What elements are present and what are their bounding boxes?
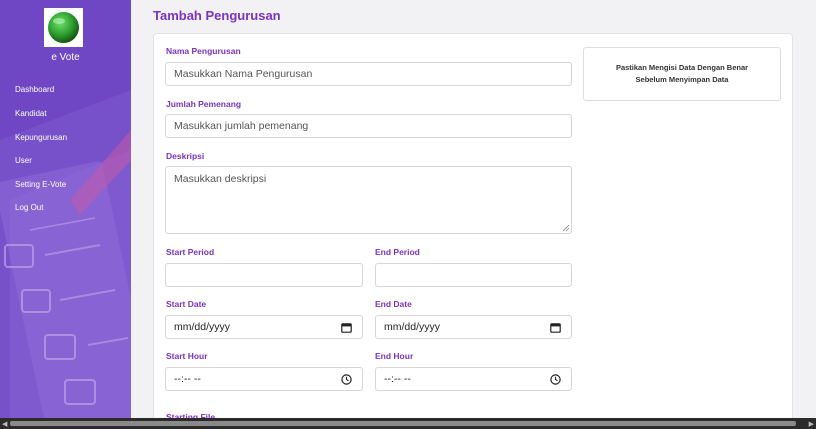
resize-grip-icon[interactable] xyxy=(563,225,569,231)
end-date-input[interactable]: mm/dd/yyyy xyxy=(375,315,572,339)
notice-box: Pastikan Mengisi Data Dengan Benar Sebel… xyxy=(583,47,781,101)
end-hour-input[interactable]: --:-- -- xyxy=(375,367,572,391)
nama-pengurusan-input[interactable]: Masukkan Nama Pengurusan xyxy=(165,62,572,86)
sidebar-item-user[interactable]: User xyxy=(15,156,32,165)
clock-icon[interactable] xyxy=(341,374,352,385)
calendar-icon[interactable] xyxy=(550,322,561,333)
nama-pengurusan-label: Nama Pengurusan xyxy=(166,46,241,56)
sidebar-item-dashboard[interactable]: Dashboard xyxy=(15,85,54,94)
start-hour-label: Start Hour xyxy=(166,351,208,361)
notice-text: Pastikan Mengisi Data Dengan Benar Sebel… xyxy=(615,63,749,84)
scroll-left-icon[interactable]: ◀ xyxy=(2,420,7,428)
horizontal-scrollbar-thumb[interactable] xyxy=(10,421,796,426)
end-hour-value: --:-- -- xyxy=(384,373,411,385)
end-date-value: mm/dd/yyyy xyxy=(384,321,441,333)
deskripsi-label: Deskripsi xyxy=(166,151,205,161)
start-date-input[interactable]: mm/dd/yyyy xyxy=(165,315,363,339)
sidebar-item-kepungurusan[interactable]: Kepungurusan xyxy=(15,133,67,142)
sidebar-item-kandidat[interactable]: Kandidat xyxy=(15,109,47,118)
vertical-scrollbar-track[interactable] xyxy=(801,0,816,418)
end-period-input[interactable] xyxy=(375,263,572,287)
start-period-input[interactable] xyxy=(165,263,363,287)
nama-pengurusan-placeholder: Masukkan Nama Pengurusan xyxy=(174,68,313,80)
jumlah-pemenang-placeholder: Masukkan jumlah pemenang xyxy=(174,120,309,132)
globe-icon xyxy=(48,12,79,43)
deskripsi-textarea[interactable]: Masukkan deskripsi xyxy=(165,166,572,234)
horizontal-scrollbar[interactable]: ◀ ▶ xyxy=(0,418,816,429)
deskripsi-placeholder: Masukkan deskripsi xyxy=(174,173,267,185)
app-logo xyxy=(44,8,83,47)
clock-icon[interactable] xyxy=(550,374,561,385)
app-brand-name: e Vote xyxy=(51,52,80,63)
jumlah-pemenang-input[interactable]: Masukkan jumlah pemenang xyxy=(165,114,572,138)
start-date-label: Start Date xyxy=(166,299,207,309)
sidebar-item-setting-evote[interactable]: Setting E-Vote xyxy=(15,180,66,189)
scroll-right-icon[interactable]: ▶ xyxy=(809,420,814,428)
page-title: Tambah Pengurusan xyxy=(153,8,281,23)
start-hour-input[interactable]: --:-- -- xyxy=(165,367,363,391)
start-date-value: mm/dd/yyyy xyxy=(174,321,231,333)
end-hour-label: End Hour xyxy=(375,351,414,361)
jumlah-pemenang-label: Jumlah Pemenang xyxy=(166,99,242,109)
sidebar-item-logout[interactable]: Log Out xyxy=(15,203,43,212)
start-hour-value: --:-- -- xyxy=(174,373,201,385)
start-period-label: Start Period xyxy=(166,247,215,257)
calendar-icon[interactable] xyxy=(341,322,352,333)
end-date-label: End Date xyxy=(375,299,412,309)
sidebar: e Vote Dashboard Kandidat Kepungurusan U… xyxy=(0,0,131,418)
end-period-label: End Period xyxy=(375,247,420,257)
